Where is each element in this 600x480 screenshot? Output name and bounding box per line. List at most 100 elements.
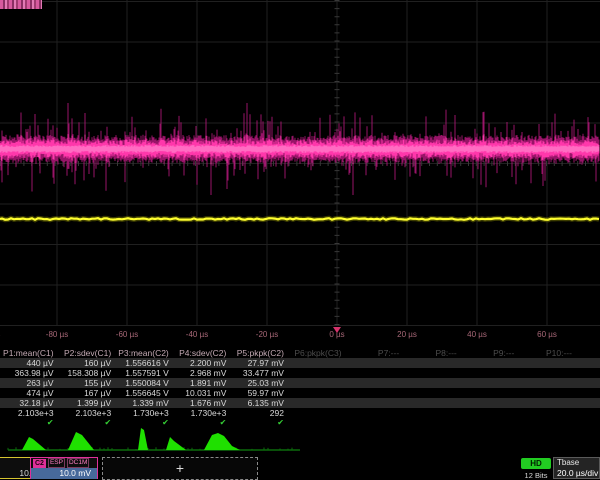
measure-column-header[interactable]: P5:pkpk(C2) — [230, 348, 288, 358]
measure-row: 263 µV155 µV1.550084 V1.891 mV25.03 mV — [0, 378, 600, 388]
c2-coupling-tag: DC1M — [67, 458, 89, 468]
measure-cell: 1.676 mV — [173, 398, 231, 408]
measure-cell — [403, 398, 461, 408]
measure-cell: 1.730e+3 — [115, 408, 173, 418]
hd-bits-label: 12 Bits — [514, 471, 558, 480]
descriptor-bar: C1 DC1M 10.0 mV C2 ESP DC1M 10.0 mV + HD… — [0, 456, 600, 480]
measure-cell — [288, 368, 346, 378]
measure-cell — [346, 418, 404, 428]
measure-cell: 2.103e+3 — [0, 408, 58, 418]
measure-cell: ✔ — [230, 418, 288, 428]
measure-cell: 474 µV — [0, 388, 58, 398]
measure-cell: ✔ — [58, 418, 116, 428]
measure-cell: 59.97 mV — [230, 388, 288, 398]
measure-column-header[interactable]: P2:sdev(C1) — [58, 348, 116, 358]
histicon-peak — [166, 437, 186, 450]
measure-cell — [461, 418, 519, 428]
measure-cell: 263 µV — [0, 378, 58, 388]
measure-cell — [346, 358, 404, 368]
trigger-time-marker-icon[interactable] — [333, 327, 341, 333]
measurement-table: P1:mean(C1)P2:sdev(C1)P3:mean(C2)P4:sdev… — [0, 348, 600, 428]
measure-cell — [346, 408, 404, 418]
measure-cell — [346, 398, 404, 408]
measure-cell: 2.103e+3 — [58, 408, 116, 418]
measure-cell: 2.968 mV — [173, 368, 231, 378]
measure-row: ✔✔✔✔✔ — [0, 418, 600, 428]
measure-cell: 1.557591 V — [115, 368, 173, 378]
measure-cell: 363.98 µV — [0, 368, 58, 378]
measure-cell — [461, 358, 519, 368]
measure-cell — [518, 398, 576, 408]
measure-row: 440 µV160 µV1.556616 V2.200 mV27.97 mV — [0, 358, 600, 368]
hd-mode-badge[interactable]: HD — [521, 458, 551, 469]
measure-cell — [518, 378, 576, 388]
measure-cell: 440 µV — [0, 358, 58, 368]
measure-cell — [288, 418, 346, 428]
measure-cell — [403, 358, 461, 368]
measure-cell — [403, 378, 461, 388]
measure-column-header[interactable]: P7:--- — [346, 348, 404, 358]
measure-cell — [461, 398, 519, 408]
measure-column-header[interactable]: P6:pkpk(C3) — [288, 348, 346, 358]
axis-tick-label: -20 µs — [256, 330, 278, 339]
measure-column-header[interactable]: P8:--- — [403, 348, 461, 358]
measure-cell: 158.308 µV — [58, 368, 116, 378]
measure-cell: 10.031 mV — [173, 388, 231, 398]
measure-cell — [288, 388, 346, 398]
measure-column-header[interactable]: P1:mean(C1) — [0, 348, 58, 358]
measure-cell — [403, 368, 461, 378]
measure-column-header[interactable]: P10:--- — [518, 348, 576, 358]
measure-cell: 6.135 mV — [230, 398, 288, 408]
measure-column-header[interactable]: P9:--- — [461, 348, 519, 358]
measure-cell — [518, 358, 576, 368]
axis-tick-label: -60 µs — [116, 330, 138, 339]
measure-cell — [288, 358, 346, 368]
channel-c2-descriptor[interactable]: C2 ESP DC1M 10.0 mV — [30, 457, 98, 479]
measure-cell: 1.550084 V — [115, 378, 173, 388]
measure-cell: 1.730e+3 — [173, 408, 231, 418]
histicon-peak — [68, 432, 94, 450]
add-trace-button[interactable]: + — [102, 457, 258, 480]
axis-tick-label: -80 µs — [46, 330, 68, 339]
measure-column-header[interactable]: P4:sdev(C2) — [173, 348, 231, 358]
measure-cell: 1.399 µV — [58, 398, 116, 408]
measure-cell — [288, 408, 346, 418]
tbase-label: Tbase — [554, 458, 599, 468]
measure-cell: 1.339 mV — [115, 398, 173, 408]
tbase-value: 20.0 µs/div — [554, 468, 599, 478]
measure-cell — [346, 368, 404, 378]
measure-cell: 155 µV — [58, 378, 116, 388]
measure-cell — [288, 398, 346, 408]
axis-tick-label: 20 µs — [397, 330, 417, 339]
measure-cell — [288, 378, 346, 388]
measure-cell: 160 µV — [58, 358, 116, 368]
measurement-histicons — [0, 428, 600, 456]
measure-cell — [518, 408, 576, 418]
measure-cell — [403, 388, 461, 398]
measure-cell — [461, 388, 519, 398]
measure-cell — [518, 388, 576, 398]
measure-cell — [518, 368, 576, 378]
measure-row: 32.18 µV1.399 µV1.339 mV1.676 mV6.135 mV — [0, 398, 600, 408]
histicon-peak — [138, 428, 148, 450]
measure-cell — [346, 388, 404, 398]
measure-cell: 292 — [230, 408, 288, 418]
timebase-descriptor[interactable]: Tbase 20.0 µs/div — [553, 457, 600, 479]
c2-label: C2 — [33, 459, 46, 468]
measure-cell — [346, 378, 404, 388]
measure-row: 363.98 µV158.308 µV1.557591 V2.968 mV33.… — [0, 368, 600, 378]
c2-volts-per-div[interactable]: 10.0 mV — [31, 468, 97, 479]
measure-header-row: P1:mean(C1)P2:sdev(C1)P3:mean(C2)P4:sdev… — [0, 348, 600, 358]
oscilloscope-screen: -100 µs-80 µs-60 µs-40 µs-20 µs0 µs20 µs… — [0, 0, 600, 480]
measure-cell — [403, 408, 461, 418]
measure-row: 474 µV167 µV1.556645 V10.031 mV59.97 mV — [0, 388, 600, 398]
measure-cell: 167 µV — [58, 388, 116, 398]
measure-cell: 1.891 mV — [173, 378, 231, 388]
measure-column-header[interactable]: P3:mean(C2) — [115, 348, 173, 358]
measure-cell: ✔ — [0, 418, 58, 428]
plus-icon: + — [176, 460, 184, 476]
measure-cell — [518, 418, 576, 428]
measure-cell: 1.556616 V — [115, 358, 173, 368]
measure-cell: ✔ — [173, 418, 231, 428]
status-artifact-badge — [0, 0, 42, 9]
